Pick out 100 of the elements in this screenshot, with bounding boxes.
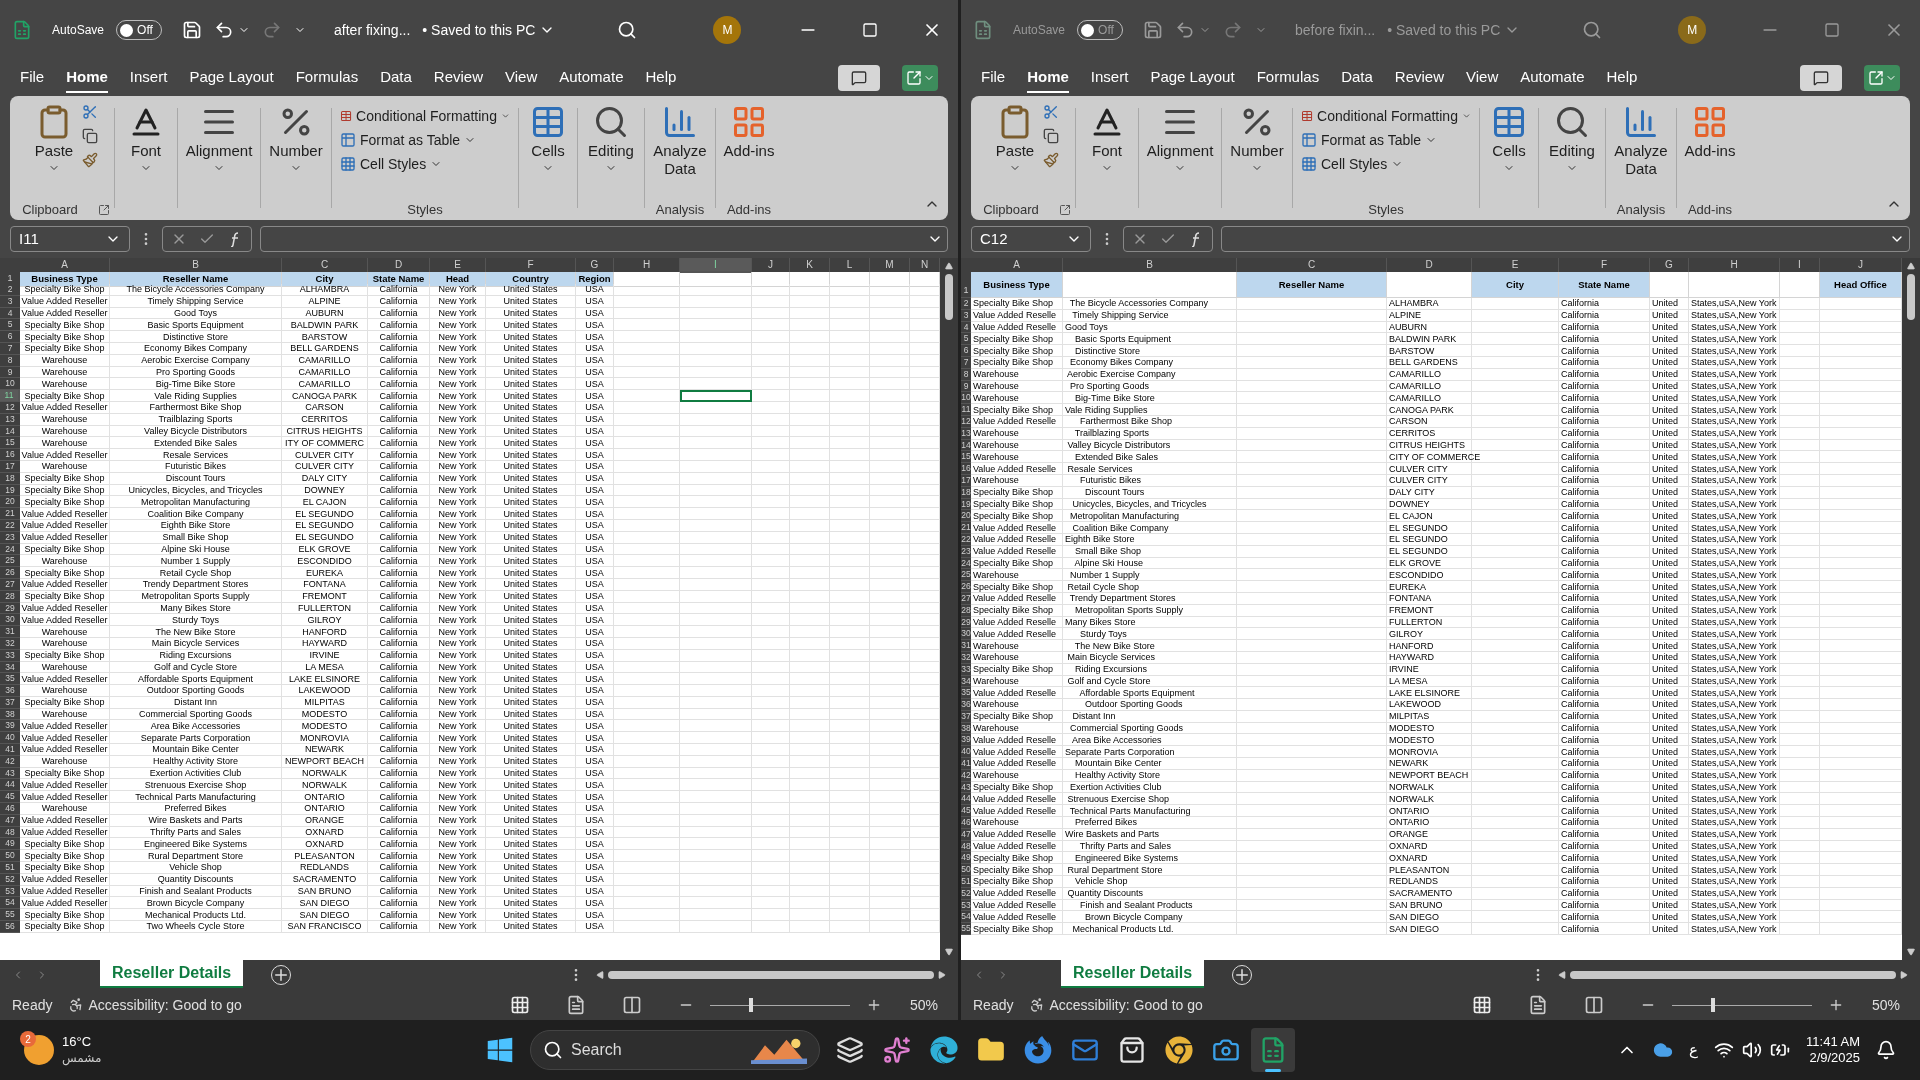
formula-field[interactable] xyxy=(1221,226,1910,252)
row-header[interactable]: 28 xyxy=(961,604,971,617)
format-as-table-button[interactable]: Format as Table xyxy=(340,128,510,152)
zoom-level[interactable]: 50% xyxy=(1871,994,1900,1016)
bar-chart-icon[interactable] xyxy=(1623,104,1659,140)
row-header[interactable]: 8 xyxy=(961,368,971,381)
column-header[interactable]: J xyxy=(752,258,790,273)
row-header[interactable]: 54 xyxy=(0,897,20,910)
ribbon-tab[interactable]: File xyxy=(981,63,1006,93)
accessibility-status[interactable]: Accessibility: Good to go xyxy=(1049,994,1203,1016)
table-icon[interactable] xyxy=(1301,108,1314,124)
row-header[interactable]: 44 xyxy=(0,779,20,792)
share-button[interactable] xyxy=(902,65,938,91)
folder-icon[interactable] xyxy=(977,1036,1006,1064)
row-header[interactable]: 27 xyxy=(961,592,971,605)
row-header[interactable]: 17 xyxy=(961,474,971,487)
volume-icon[interactable] xyxy=(1742,1040,1763,1060)
browser-icon[interactable] xyxy=(1165,1036,1194,1064)
comments-button[interactable] xyxy=(838,65,880,91)
format-painter-icon[interactable] xyxy=(1043,152,1059,168)
format-painter-icon[interactable] xyxy=(82,152,98,168)
row-header[interactable]: 41 xyxy=(961,758,971,770)
ribbon-tab[interactable]: Formulas xyxy=(1256,63,1320,93)
row-header[interactable]: 40 xyxy=(0,732,20,745)
table-icon[interactable] xyxy=(340,108,353,124)
cells-button[interactable]: Cells xyxy=(1480,100,1538,216)
row-header[interactable]: 7 xyxy=(961,357,971,369)
taskbar-app-button[interactable] xyxy=(1251,1028,1296,1072)
row-header[interactable]: 12 xyxy=(961,415,971,428)
scroll-thumb[interactable] xyxy=(1907,274,1915,320)
sparkles-icon[interactable] xyxy=(883,1036,912,1064)
row-header[interactable]: 10 xyxy=(0,378,20,391)
copy-icon[interactable] xyxy=(1043,128,1059,144)
row-header[interactable]: 21 xyxy=(961,522,971,534)
scroll-up-icon[interactable] xyxy=(945,262,953,270)
row-header[interactable]: 31 xyxy=(0,626,20,638)
ribbon-tab[interactable]: Data xyxy=(1341,63,1373,93)
column-header[interactable]: G xyxy=(1650,258,1689,272)
row-header[interactable]: 36 xyxy=(961,699,971,711)
row-header[interactable]: 6 xyxy=(0,331,20,343)
column-header[interactable]: M xyxy=(870,258,910,273)
column-header[interactable]: K xyxy=(790,258,830,273)
share-icon[interactable] xyxy=(905,70,922,86)
row-header[interactable]: 23 xyxy=(961,545,971,558)
search-icon[interactable] xyxy=(617,20,638,40)
row-header[interactable]: 16 xyxy=(0,449,20,461)
row-header[interactable]: 16 xyxy=(961,463,971,475)
editing-button[interactable]: Editing xyxy=(1539,100,1605,216)
row-header[interactable]: 2 xyxy=(0,284,20,296)
row-header[interactable]: 15 xyxy=(0,437,20,450)
scroll-thumb[interactable] xyxy=(608,971,934,979)
table-icon[interactable] xyxy=(340,132,356,148)
ribbon-tab[interactable]: Automate xyxy=(1520,63,1585,93)
vertical-scrollbar[interactable] xyxy=(940,258,958,960)
row-header[interactable]: 26 xyxy=(0,567,20,579)
vertical-scrollbar[interactable] xyxy=(1902,258,1920,960)
ribbon-tab[interactable]: Help xyxy=(645,63,677,93)
row-header[interactable]: 26 xyxy=(961,581,971,593)
ribbon-tab[interactable]: Insert xyxy=(129,63,168,93)
ribbon-tab[interactable]: Data xyxy=(380,63,412,93)
scroll-right-icon[interactable] xyxy=(938,971,946,979)
add-ins-button[interactable]: Add-ins xyxy=(719,100,779,203)
ribbon-tab[interactable]: Home xyxy=(66,63,108,93)
browser-icon[interactable] xyxy=(1024,1036,1053,1064)
row-header[interactable]: 55 xyxy=(0,909,20,922)
row-header[interactable]: 11 xyxy=(0,390,20,402)
row-header[interactable]: 35 xyxy=(0,673,20,686)
cell-styles-button[interactable]: Cell Styles xyxy=(1301,152,1471,176)
grid-icon[interactable] xyxy=(1301,156,1317,172)
cut-icon[interactable] xyxy=(1043,104,1059,120)
column-header[interactable]: H xyxy=(1689,258,1780,272)
scroll-thumb[interactable] xyxy=(945,274,953,320)
font-button[interactable]: Font xyxy=(115,100,177,216)
clock-time[interactable]: 11:41 AM xyxy=(1806,1033,1860,1050)
row-header[interactable]: 2 xyxy=(961,298,971,310)
analyze-data-button[interactable]: Analyze Data xyxy=(650,100,710,203)
maximize-icon[interactable] xyxy=(1824,22,1840,38)
row-header[interactable]: 9 xyxy=(961,380,971,393)
row-header[interactable]: 37 xyxy=(961,710,971,723)
ribbon-tab[interactable]: Automate xyxy=(559,63,624,93)
grid-icon[interactable] xyxy=(340,156,356,172)
formula-field[interactable] xyxy=(260,226,948,252)
row-header[interactable]: 30 xyxy=(0,614,20,627)
ribbon-tab[interactable]: View xyxy=(1466,63,1499,93)
row-header[interactable]: 22 xyxy=(961,533,971,546)
conditional-formatting-button[interactable]: Conditional Formatting xyxy=(340,104,510,128)
row-header[interactable]: 39 xyxy=(0,720,20,733)
dialog-launcher-icon[interactable] xyxy=(1058,203,1071,216)
browser-icon[interactable] xyxy=(930,1036,959,1064)
row-header[interactable]: 55 xyxy=(961,923,971,936)
scroll-left-icon[interactable] xyxy=(1558,971,1566,979)
row-header[interactable]: 51 xyxy=(0,862,20,874)
comments-button[interactable] xyxy=(1800,65,1842,91)
number-button[interactable]: Number xyxy=(261,100,331,216)
row-header[interactable]: 25 xyxy=(0,555,20,568)
cloud-icon[interactable] xyxy=(1653,1040,1674,1060)
row-header[interactable]: 52 xyxy=(961,887,971,900)
row-header[interactable]: 32 xyxy=(961,651,971,664)
row-header[interactable]: 3 xyxy=(961,309,971,322)
row-header[interactable]: 49 xyxy=(0,838,20,851)
